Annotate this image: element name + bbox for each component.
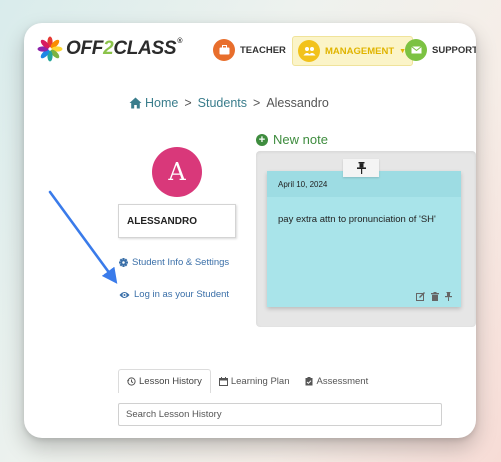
tab-learning-plan-label: Learning Plan: [230, 375, 290, 387]
tab-assessment-label: Assessment: [316, 375, 369, 387]
logo[interactable]: OFF2CLASS®: [37, 36, 182, 62]
tab-assessment[interactable]: Assessment: [297, 369, 376, 393]
new-note-label: New note: [273, 132, 328, 147]
pinned-tab: [343, 159, 379, 177]
breadcrumb-separator: >: [184, 96, 192, 110]
breadcrumb: Home > Students > Alessandro: [129, 96, 329, 110]
pin-icon[interactable]: [445, 292, 452, 301]
student-info-label: Student Info & Settings: [132, 257, 230, 268]
calendar-icon: [218, 376, 228, 386]
trash-icon[interactable]: [431, 292, 439, 301]
eye-icon: [119, 291, 130, 298]
clipboard-icon: [305, 376, 313, 385]
sticky-note[interactable]: April 10, 2024 pay extra attn to pronunc…: [267, 171, 461, 307]
breadcrumb-students[interactable]: Students: [198, 96, 247, 110]
login-as-student-link[interactable]: Log in as your Student: [119, 289, 229, 300]
note-text: pay extra attn to pronunciation of 'SH': [278, 214, 436, 225]
student-info-link[interactable]: Student Info & Settings: [119, 257, 229, 268]
home-icon[interactable]: [129, 97, 142, 109]
group-icon: [298, 40, 320, 62]
plus-icon: +: [256, 133, 268, 146]
nav-support[interactable]: SUPPORT: [405, 39, 476, 61]
logo-text: OFF2CLASS®: [66, 38, 183, 59]
history-icon: [127, 377, 136, 386]
new-note-button[interactable]: + New note: [256, 132, 328, 147]
tab-bar: Lesson History Learning Plan Assessment: [118, 369, 376, 393]
breadcrumb-separator: >: [253, 96, 261, 110]
lesson-history-search-input[interactable]: [118, 403, 442, 426]
note-actions: [416, 292, 452, 301]
tab-lesson-history[interactable]: Lesson History: [118, 369, 211, 393]
nav-management-label: MANAGEMENT: [325, 45, 395, 57]
briefcase-icon: [213, 39, 235, 61]
tab-learning-plan[interactable]: Learning Plan: [211, 369, 298, 393]
tab-lesson-history-label: Lesson History: [139, 376, 202, 387]
app-card: OFF2CLASS® TEACHER ▼ MANAGEMENT ▼ SUPPOR…: [24, 23, 476, 438]
nav-management[interactable]: MANAGEMENT ▼: [292, 36, 414, 66]
edit-icon[interactable]: [416, 292, 425, 301]
login-as-student-label: Log in as your Student: [134, 289, 230, 300]
nav-teacher-label: TEACHER: [240, 44, 286, 56]
student-name: ALESSANDRO: [118, 204, 236, 238]
nav-teacher[interactable]: TEACHER ▼: [213, 39, 298, 61]
pin-icon: [356, 162, 366, 174]
breadcrumb-current: Alessandro: [266, 96, 329, 110]
avatar: A: [152, 147, 202, 197]
nav-support-label: SUPPORT: [432, 44, 476, 56]
gear-icon: [119, 258, 128, 267]
envelope-icon: [405, 39, 427, 61]
logo-flower-icon: [37, 36, 63, 62]
breadcrumb-home[interactable]: Home: [145, 96, 178, 110]
